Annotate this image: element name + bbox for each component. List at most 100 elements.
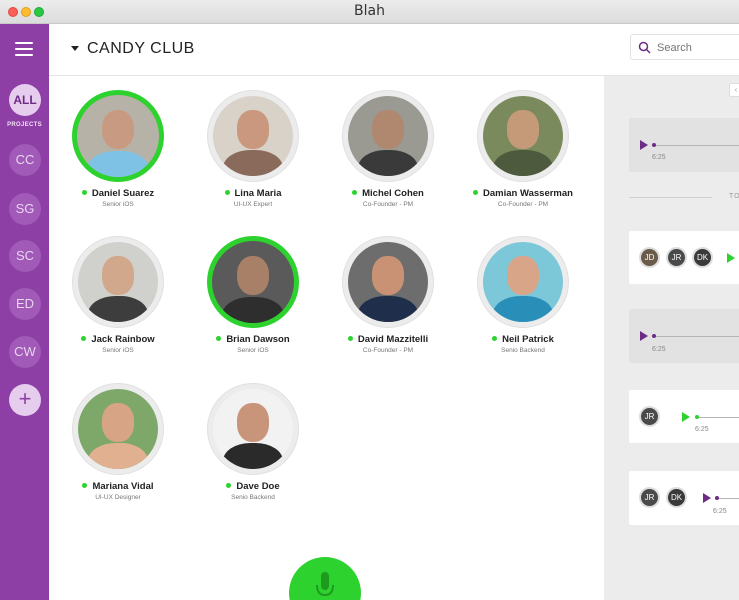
- online-status-dot: [226, 483, 232, 488]
- online-status-dot: [347, 336, 353, 341]
- member-card[interactable]: Daniel Suarez Senior iOS: [53, 90, 183, 208]
- audio-track[interactable]: [654, 145, 739, 146]
- page-title[interactable]: CANDY CLUB: [87, 40, 195, 58]
- play-icon[interactable]: [640, 140, 648, 150]
- member-role: Senio Backend: [501, 347, 545, 354]
- message-time: 6:25: [713, 508, 727, 515]
- member-card[interactable]: Damian Wasserman Co-Founder - PM: [458, 90, 588, 208]
- search-box[interactable]: [630, 34, 739, 60]
- member-name: David Mazzitelli: [357, 334, 429, 345]
- member-role: Senior iOS: [102, 347, 134, 354]
- member-name: Daniel Suarez: [91, 188, 155, 199]
- avatar: [348, 96, 428, 176]
- track-position-dot[interactable]: [652, 143, 656, 147]
- avatar: [213, 389, 293, 469]
- avatar-ring: [72, 383, 164, 475]
- online-status-dot: [473, 190, 479, 195]
- voice-message[interactable]: 6:25: [629, 118, 739, 172]
- member-role: Senior iOS: [237, 347, 269, 354]
- avatar: JD: [639, 247, 660, 268]
- voice-message[interactable]: JR 6:25: [629, 390, 739, 443]
- avatar-ring-online: [72, 90, 164, 182]
- voice-message[interactable]: 6:25: [629, 309, 739, 363]
- message-time: 6:25: [652, 346, 666, 353]
- voice-message[interactable]: JR DK 6:25: [629, 471, 739, 525]
- avatar: [212, 241, 294, 323]
- member-role: Co-Founder - PM: [497, 201, 549, 208]
- member-card[interactable]: Michel Cohen Co-Founder - PM: [323, 90, 453, 208]
- online-status-dot: [81, 190, 87, 195]
- avatar-ring: [342, 236, 434, 328]
- track-position-dot[interactable]: [715, 496, 719, 500]
- sidebar: ALL PROJECTS CC SG SC ED CW +: [0, 24, 49, 600]
- sidebar-item-cc[interactable]: CC: [9, 144, 41, 176]
- feed-divider: [629, 197, 712, 198]
- member-role: Co-Founder - PM: [362, 201, 414, 208]
- play-icon[interactable]: [682, 412, 690, 422]
- member-card[interactable]: Mariana Vidal UI-UX Designer: [53, 383, 183, 501]
- member-grid: Daniel Suarez Senior iOS Lina Maria UI-U…: [49, 76, 604, 600]
- club-dropdown-caret-icon[interactable]: [71, 46, 79, 51]
- message-time: 6:25: [695, 426, 709, 433]
- avatar-ring: [477, 90, 569, 182]
- sidebar-item-sc[interactable]: SC: [9, 240, 41, 272]
- avatar: DK: [666, 487, 687, 508]
- audio-track[interactable]: [717, 498, 739, 499]
- online-status-dot: [352, 190, 358, 195]
- search-input[interactable]: [657, 39, 739, 56]
- member-role: UI-UX Expert: [233, 201, 273, 208]
- play-icon[interactable]: [703, 493, 711, 503]
- avatar-ring-online: [207, 236, 299, 328]
- add-project-button[interactable]: +: [9, 384, 41, 416]
- window-titlebar: Blah: [0, 0, 739, 24]
- voice-message[interactable]: JD JR DK: [629, 231, 739, 284]
- avatar: JR: [639, 487, 660, 508]
- avatar: [78, 242, 158, 322]
- member-card[interactable]: Dave Doe Senio Backend: [188, 383, 318, 501]
- avatar: [483, 242, 563, 322]
- online-status-dot: [81, 336, 87, 341]
- audio-track[interactable]: [654, 336, 739, 337]
- avatar-ring: [207, 383, 299, 475]
- play-icon[interactable]: [727, 253, 735, 263]
- member-card[interactable]: Neil Patrick Senio Backend: [458, 236, 588, 354]
- track-position-dot[interactable]: [695, 415, 699, 419]
- avatar-ring: [72, 236, 164, 328]
- member-card[interactable]: Jack Rainbow Senior iOS: [53, 236, 183, 354]
- sidebar-item-all[interactable]: ALL: [9, 84, 41, 116]
- message-feed: ‹ 6:25 TO JD JR DK 6:25 JR 6:25 JR DK 6:…: [604, 76, 739, 600]
- online-status-dot: [82, 483, 88, 488]
- member-role: UI-UX Designer: [95, 494, 141, 501]
- track-position-dot[interactable]: [652, 334, 656, 338]
- member-name: Jack Rainbow: [91, 334, 155, 345]
- member-role: Co-Founder - PM: [362, 347, 414, 354]
- sidebar-item-cw[interactable]: CW: [9, 336, 41, 368]
- record-mic-button[interactable]: [289, 557, 361, 600]
- sidebar-item-sg[interactable]: SG: [9, 193, 41, 225]
- audio-track[interactable]: [697, 417, 739, 418]
- online-status-dot: [492, 336, 498, 341]
- play-icon[interactable]: [640, 331, 648, 341]
- menu-icon[interactable]: [15, 42, 33, 56]
- member-name: Damian Wasserman: [483, 188, 573, 199]
- online-status-dot: [224, 190, 230, 195]
- member-name: Lina Maria: [234, 188, 282, 199]
- search-icon: [638, 41, 651, 54]
- member-name: Neil Patrick: [502, 334, 554, 345]
- member-name: Mariana Vidal: [92, 481, 154, 492]
- member-name: Michel Cohen: [362, 188, 424, 199]
- microphone-icon: [316, 572, 334, 597]
- avatar-ring: [477, 236, 569, 328]
- avatar: DK: [692, 247, 713, 268]
- member-role: Senio Backend: [231, 494, 275, 501]
- collapse-feed-button[interactable]: ‹: [729, 83, 739, 97]
- message-time: 6:25: [652, 154, 666, 161]
- online-status-dot: [216, 336, 222, 341]
- member-card[interactable]: David Mazzitelli Co-Founder - PM: [323, 236, 453, 354]
- member-card[interactable]: Brian Dawson Senior iOS: [188, 236, 318, 354]
- feed-divider-label: TO: [729, 193, 739, 200]
- member-card[interactable]: Lina Maria UI-UX Expert: [188, 90, 318, 208]
- member-role: Senior iOS: [102, 201, 134, 208]
- avatar: [78, 389, 158, 469]
- sidebar-item-ed[interactable]: ED: [9, 288, 41, 320]
